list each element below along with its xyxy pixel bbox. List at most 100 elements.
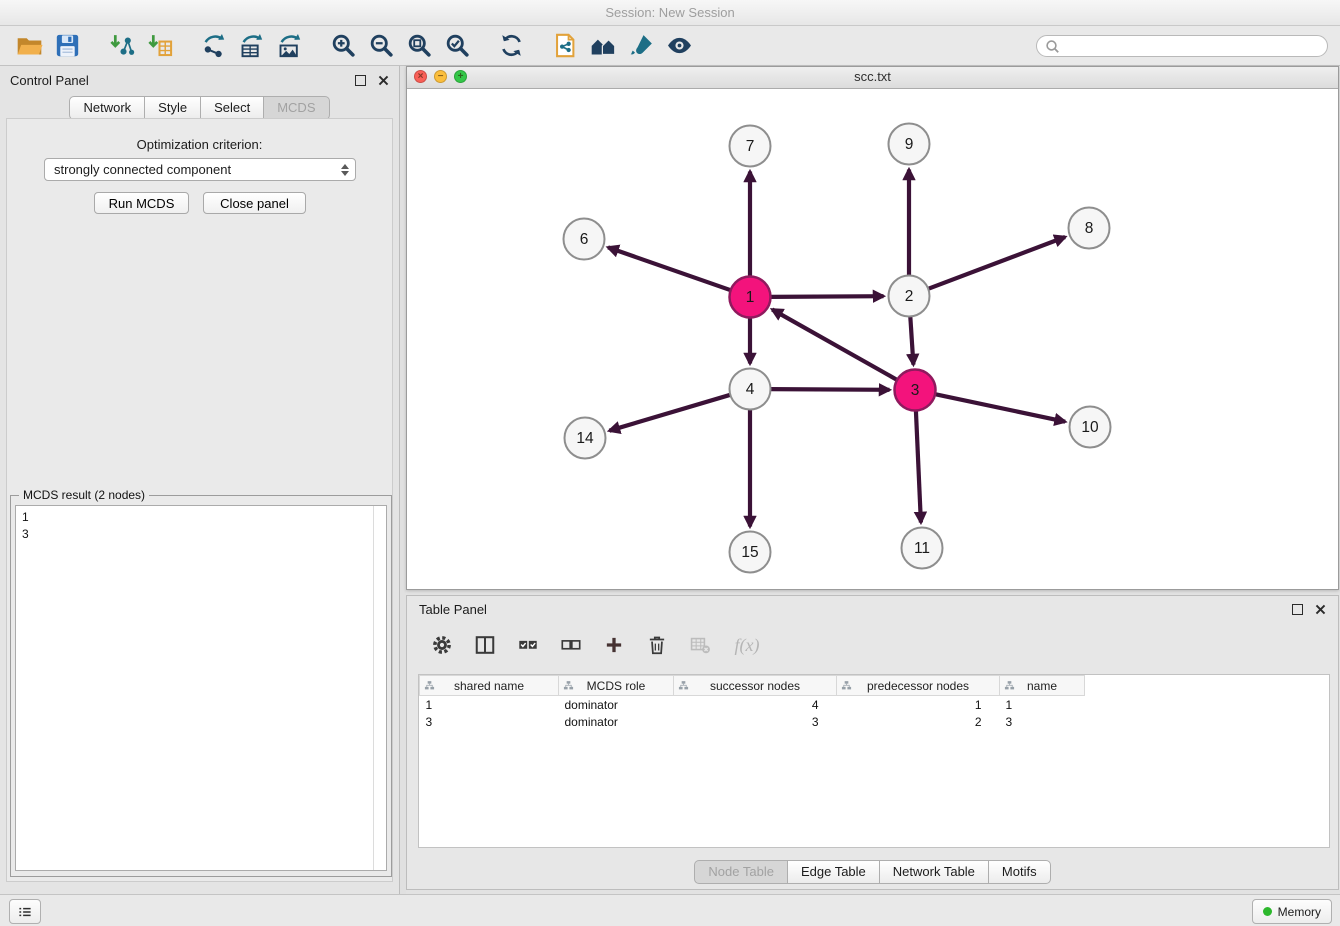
close-panel-icon[interactable] <box>378 75 389 86</box>
graph-node-9[interactable]: 9 <box>889 124 930 165</box>
columns-icon <box>474 634 496 656</box>
minimize-window-button[interactable]: − <box>434 70 447 83</box>
criterion-dropdown-value: strongly connected component <box>54 162 231 177</box>
open-session-button[interactable] <box>13 30 45 62</box>
graph-node-15[interactable]: 15 <box>730 532 771 573</box>
svg-text:11: 11 <box>914 540 930 557</box>
graph-node-10[interactable]: 10 <box>1070 407 1111 448</box>
graph-edge-1-6[interactable] <box>608 247 731 290</box>
control-tab-mcds[interactable]: MCDS <box>263 96 329 120</box>
graph-edge-3-10[interactable] <box>935 394 1065 422</box>
criterion-dropdown[interactable]: strongly connected component <box>44 158 356 181</box>
export-image-button[interactable] <box>273 30 305 62</box>
graph-node-3[interactable]: 3 <box>895 370 936 411</box>
export-image-icon <box>276 32 303 59</box>
network-window-titlebar[interactable]: ×−+ scc.txt <box>407 67 1338 89</box>
cell-filler <box>1085 696 1330 714</box>
run-mcds-button[interactable]: Run MCDS <box>94 192 189 214</box>
unselect-all-rows-button[interactable] <box>558 632 584 658</box>
select-all-rows-button[interactable] <box>515 632 541 658</box>
graph-node-8[interactable]: 8 <box>1069 208 1110 249</box>
zoom-selected-button[interactable] <box>441 30 473 62</box>
graph-edge-4-14[interactable] <box>609 395 730 431</box>
graph-edge-1-2[interactable] <box>771 296 884 297</box>
mcds-result-group: MCDS result (2 nodes) 13 <box>10 495 392 877</box>
graph-edge-2-3[interactable] <box>910 317 913 365</box>
graph-node-6[interactable]: 6 <box>564 219 605 260</box>
close-window-button[interactable]: × <box>414 70 427 83</box>
graph-edge-2-8[interactable] <box>928 237 1065 289</box>
tree-icon <box>424 680 435 691</box>
svg-text:2: 2 <box>905 288 914 305</box>
graph-node-7[interactable]: 7 <box>730 126 771 167</box>
import-network-button[interactable] <box>105 30 137 62</box>
clone-network-button[interactable] <box>549 30 581 62</box>
table-panel-tabs: Node TableEdge TableNetwork TableMotifs <box>407 860 1338 884</box>
plus-icon <box>603 634 625 656</box>
control-panel-tabs: NetworkStyleSelectMCDS <box>0 96 399 120</box>
table-row[interactable]: 1dominator411 <box>420 696 1330 714</box>
column-header-shared-name[interactable]: shared name <box>420 676 559 696</box>
float-table-panel-icon[interactable] <box>1292 604 1303 615</box>
show-columns-button[interactable] <box>472 632 498 658</box>
float-panel-icon[interactable] <box>355 75 366 86</box>
add-column-button[interactable] <box>601 632 627 658</box>
zoom-in-button[interactable] <box>327 30 359 62</box>
graph-node-1[interactable]: 1 <box>730 277 771 318</box>
close-panel-button[interactable]: Close panel <box>203 192 306 214</box>
control-tab-network[interactable]: Network <box>69 96 145 120</box>
control-panel-header: Control Panel <box>0 66 399 94</box>
table-tab-edge-table[interactable]: Edge Table <box>787 860 880 884</box>
save-session-button[interactable] <box>51 30 83 62</box>
table-tab-motifs[interactable]: Motifs <box>988 860 1051 884</box>
table-tab-network-table[interactable]: Network Table <box>879 860 989 884</box>
memory-button[interactable]: Memory <box>1252 899 1332 924</box>
close-table-panel-icon[interactable] <box>1315 604 1326 615</box>
zoom-in-icon <box>330 32 357 59</box>
svg-text:9: 9 <box>905 136 914 153</box>
toolbar-button-group <box>10 30 698 62</box>
zoom-fit-button[interactable] <box>403 30 435 62</box>
table-row[interactable]: 3dominator323 <box>420 713 1330 730</box>
export-table-button[interactable] <box>235 30 267 62</box>
delete-column-button[interactable] <box>644 632 670 658</box>
graph-node-2[interactable]: 2 <box>889 276 930 317</box>
table-toolbar: f(x) <box>407 624 1338 666</box>
import-table-button[interactable] <box>143 30 175 62</box>
table-tab-node-table[interactable]: Node Table <box>694 860 788 884</box>
import-network-icon <box>108 32 135 59</box>
zoom-window-button[interactable]: + <box>454 70 467 83</box>
table-panel-header: Table Panel <box>407 596 1338 622</box>
trash-icon <box>646 634 668 656</box>
mcds-result-box[interactable]: 13 <box>15 505 387 871</box>
graph-node-4[interactable]: 4 <box>730 369 771 410</box>
paint-style-button[interactable] <box>625 30 657 62</box>
column-header-name[interactable]: name <box>1000 676 1085 696</box>
cell-name: 1 <box>1000 696 1085 714</box>
table-settings-button[interactable] <box>429 632 455 658</box>
refresh-layout-button[interactable] <box>495 30 527 62</box>
result-scrollbar-track[interactable] <box>373 506 386 870</box>
table-panel: Table Panel f(x) shared nameMCDS rolesuc… <box>406 595 1339 890</box>
column-header-successor-nodes[interactable]: successor nodes <box>674 676 837 696</box>
graph-node-14[interactable]: 14 <box>565 418 606 459</box>
search-input[interactable] <box>1036 35 1328 57</box>
task-history-button[interactable] <box>9 899 41 924</box>
network-canvas[interactable]: 7 9 6 8 1 2 4 3 14 10 15 11 <box>407 88 1338 589</box>
first-neighbors-button[interactable] <box>587 30 619 62</box>
graph-edge-3-1[interactable] <box>772 310 897 380</box>
tree-icon <box>841 680 852 691</box>
graph-edge-4-3[interactable] <box>771 389 890 390</box>
graph-node-11[interactable]: 11 <box>902 528 943 569</box>
control-tab-style[interactable]: Style <box>144 96 201 120</box>
graph-edge-3-11[interactable] <box>916 411 921 523</box>
zoom-out-button[interactable] <box>365 30 397 62</box>
column-header-predecessor-nodes[interactable]: predecessor nodes <box>837 676 1000 696</box>
cell-predecessor-nodes: 1 <box>837 696 1000 714</box>
column-header-mcds-role[interactable]: MCDS role <box>559 676 674 696</box>
svg-text:10: 10 <box>1081 419 1099 436</box>
control-tab-select[interactable]: Select <box>200 96 264 120</box>
export-network-button[interactable] <box>197 30 229 62</box>
workspace: ×−+ scc.txt 7968124314101511 Table Panel… <box>406 66 1340 894</box>
show-hide-button[interactable] <box>663 30 695 62</box>
